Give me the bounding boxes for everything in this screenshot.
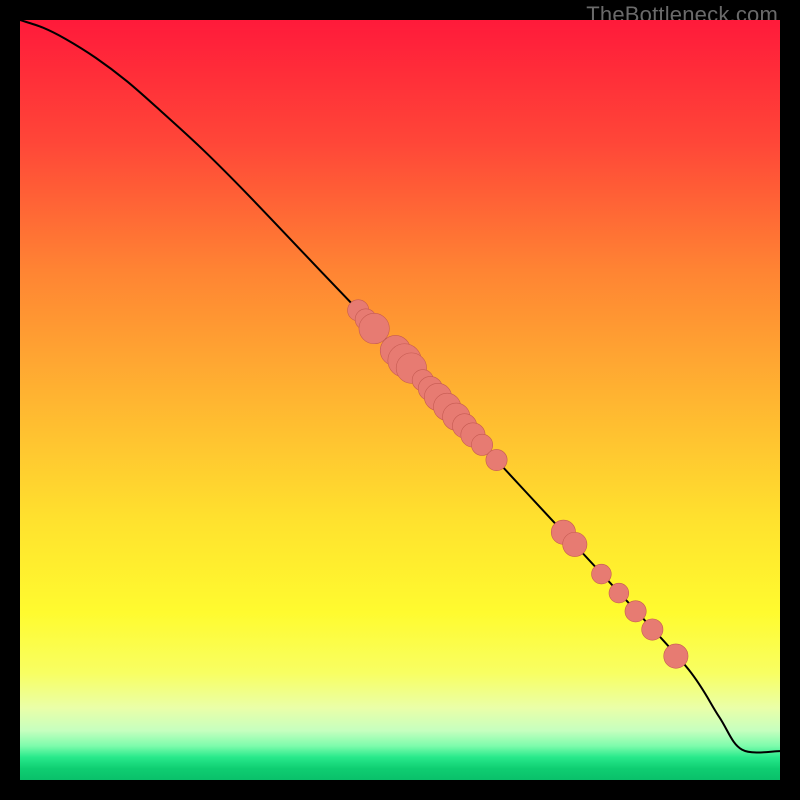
data-marker <box>625 601 646 622</box>
data-marker <box>359 313 389 343</box>
data-marker <box>563 532 587 556</box>
data-marker <box>664 644 688 668</box>
chart-frame <box>20 20 780 780</box>
data-marker <box>592 564 612 584</box>
data-marker <box>609 583 629 603</box>
data-marker <box>486 449 507 470</box>
gradient-background <box>20 20 780 780</box>
bottleneck-chart <box>20 20 780 780</box>
data-marker <box>642 619 663 640</box>
